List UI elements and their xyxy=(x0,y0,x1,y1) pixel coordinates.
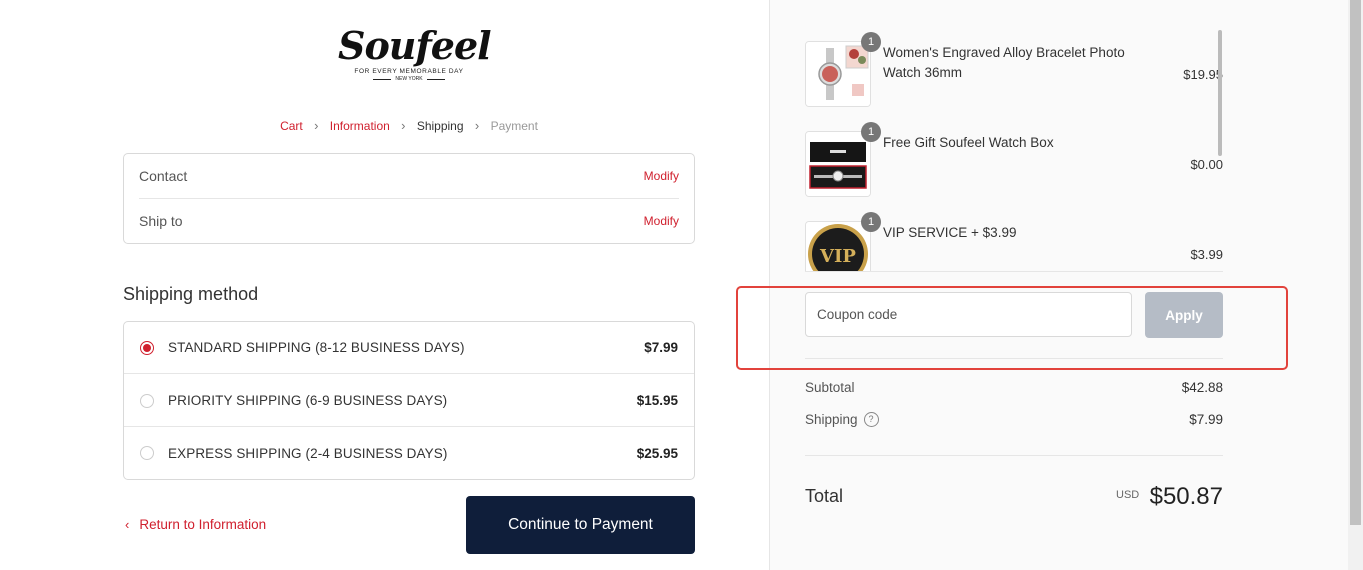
shipping-option-express[interactable]: EXPRESS SHIPPING (2-4 BUSINESS DAYS) $25… xyxy=(124,427,694,479)
help-icon[interactable]: ? xyxy=(863,412,879,427)
cart-item: VIP 1 VIP SERVICE + $3.99 $3.99 xyxy=(805,212,1223,272)
apply-coupon-button[interactable]: Apply xyxy=(1145,292,1223,338)
subtotal-row: Subtotal $42.88 xyxy=(805,380,1223,395)
quantity-badge: 1 xyxy=(861,122,881,142)
breadcrumb-information[interactable]: Information xyxy=(330,119,390,133)
review-info-box: Contact Modify Ship to Modify xyxy=(123,153,695,244)
shipping-option-name: PRIORITY SHIPPING (6-9 BUSINESS DAYS) xyxy=(168,393,448,408)
shipping-value: $7.99 xyxy=(1189,412,1223,427)
svg-text:VIP: VIP xyxy=(819,246,856,267)
shipping-option-price: $7.99 xyxy=(644,340,678,355)
shipping-option-price: $15.95 xyxy=(636,393,678,408)
radio-unselected[interactable] xyxy=(140,446,154,460)
subtotal-value: $42.88 xyxy=(1181,380,1223,395)
chevron-right-icon: › xyxy=(401,118,406,134)
breadcrumb-shipping: Shipping xyxy=(416,118,464,133)
page-scrollbar-thumb[interactable] xyxy=(1350,0,1361,525)
return-link-label: Return to Information xyxy=(139,517,267,532)
divider xyxy=(805,271,1223,272)
logo-city: NEW YORK xyxy=(338,76,480,82)
continue-to-payment-button[interactable]: Continue to Payment xyxy=(466,496,695,554)
modify-ship-to-link[interactable]: Modify xyxy=(644,214,679,228)
contact-label: Contact xyxy=(139,168,188,184)
shipping-option-price: $25.95 xyxy=(636,445,678,461)
shipping-option-priority[interactable]: PRIORITY SHIPPING (6-9 BUSINESS DAYS) $1… xyxy=(124,375,694,427)
total-label: Total xyxy=(805,486,844,506)
total-currency: USD xyxy=(1116,489,1140,501)
logo-tagline: FOR EVERY MEMORABLE DAY xyxy=(354,68,464,75)
radio-unselected[interactable] xyxy=(140,393,154,408)
chevron-right-icon: › xyxy=(474,118,480,134)
shipping-cost-row: Shipping ? $7.99 xyxy=(805,412,1223,427)
shipping-label-wrap: Shipping ? xyxy=(805,412,879,427)
cart-item: 1 Women's Engraved Alloy Bracelet Photo … xyxy=(805,32,1223,107)
watch-box-thumbnail xyxy=(805,131,871,197)
ship-to-label: Ship to xyxy=(139,213,183,229)
quantity-badge: 1 xyxy=(861,32,881,52)
shipping-options: STANDARD SHIPPING (8-12 BUSINESS DAYS) $… xyxy=(123,321,695,480)
cart-item-name: Women's Engraved Alloy Bracelet Photo Wa… xyxy=(883,45,1125,80)
contact-row: Contact Modify xyxy=(139,154,679,199)
breadcrumb-payment: Payment xyxy=(490,118,538,133)
divider xyxy=(805,358,1223,359)
vip-badge-thumbnail: VIP xyxy=(805,221,871,272)
breadcrumb-cart[interactable]: Cart xyxy=(280,119,303,133)
cart-item: 1 Free Gift Soufeel Watch Box $0.00 xyxy=(805,122,1223,197)
total-value: $50.87 xyxy=(1149,483,1223,510)
shipping-label: Shipping xyxy=(805,412,858,427)
shipping-method-title: Shipping method xyxy=(123,284,259,304)
divider xyxy=(805,455,1223,456)
cart-items-scrollbar[interactable] xyxy=(1218,30,1222,156)
cart-item-price: $3.99 xyxy=(1190,247,1223,262)
radio-selected[interactable] xyxy=(140,340,154,355)
shipping-option-standard[interactable]: STANDARD SHIPPING (8-12 BUSINESS DAYS) $… xyxy=(124,322,694,374)
quantity-badge: 1 xyxy=(861,212,881,232)
chevron-left-icon: ‹ xyxy=(125,517,130,532)
logo-wordmark: Soufeel xyxy=(338,23,492,68)
coupon-code-input[interactable] xyxy=(805,292,1132,337)
shipping-option-name: EXPRESS SHIPPING (2-4 BUSINESS DAYS) xyxy=(168,445,448,461)
subtotal-label: Subtotal xyxy=(805,380,855,395)
cart-item-name: Free Gift Soufeel Watch Box xyxy=(883,135,1054,150)
soufeel-logo[interactable]: Soufeel FOR EVERY MEMORABLE DAY NEW YORK xyxy=(338,26,492,96)
return-to-information-link[interactable]: ‹ Return to Information xyxy=(125,517,266,532)
page-scrollbar[interactable] xyxy=(1348,0,1363,570)
order-summary: 1 Women's Engraved Alloy Bracelet Photo … xyxy=(736,0,1349,570)
ship-to-row: Ship to Modify xyxy=(139,199,679,243)
checkout-main: Soufeel FOR EVERY MEMORABLE DAY NEW YORK… xyxy=(0,0,770,570)
shipping-option-name: STANDARD SHIPPING (8-12 BUSINESS DAYS) xyxy=(168,340,465,355)
chevron-right-icon: › xyxy=(314,118,319,134)
cart-item-name: VIP SERVICE + $3.99 xyxy=(883,225,1017,240)
cart-item-price: $0.00 xyxy=(1190,157,1223,172)
photo-watch-thumbnail xyxy=(805,41,871,107)
modify-contact-link[interactable]: Modify xyxy=(644,169,679,183)
breadcrumb: Cart › Information › Shipping › Payment xyxy=(0,118,818,133)
